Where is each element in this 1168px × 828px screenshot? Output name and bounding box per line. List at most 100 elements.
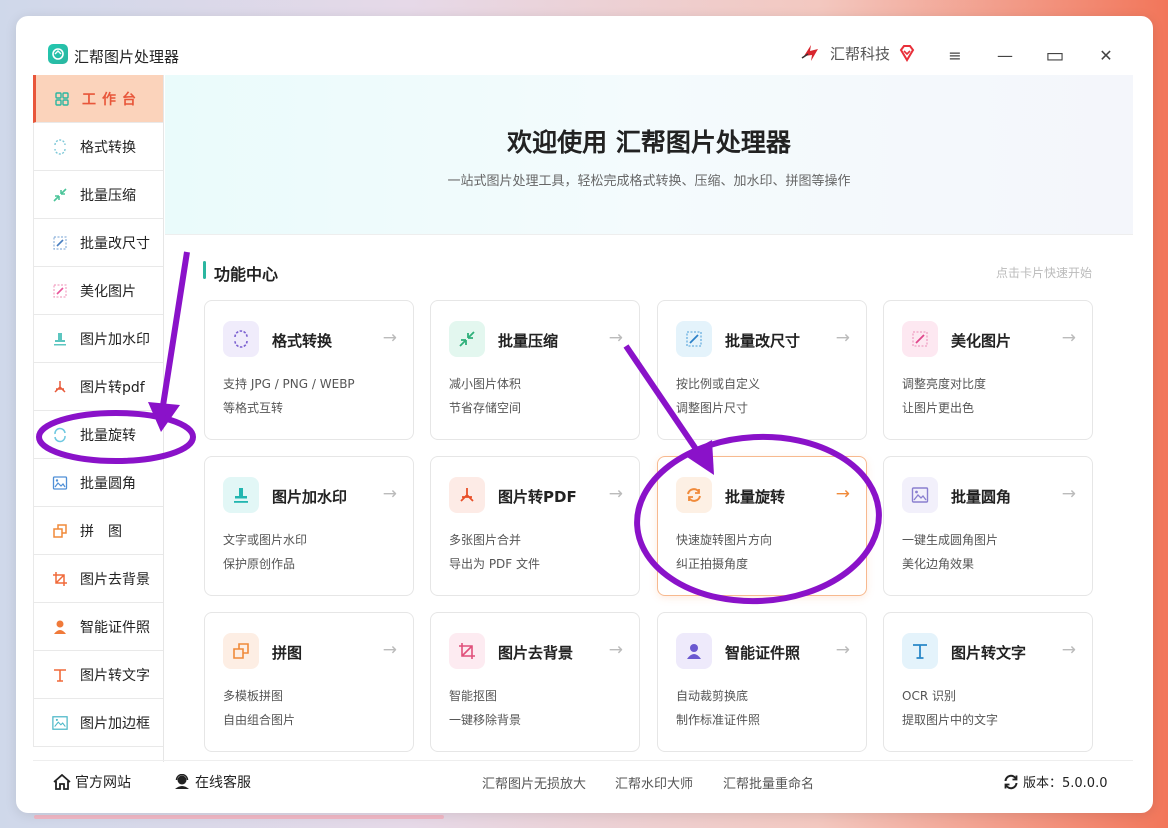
beautify-icon	[52, 283, 68, 299]
arrow-right-icon: →	[835, 640, 850, 660]
crop-icon	[449, 633, 485, 669]
online-support-link[interactable]: 在线客服	[173, 772, 251, 792]
card-batch-rotate[interactable]: 批量旋转 → 快速旋转图片方向 纠正拍摄角度	[657, 456, 867, 596]
sidebar-item-label: 批量改尺寸	[80, 235, 150, 252]
card-watermark[interactable]: 图片加水印 → 文字或图片水印 保护原创作品	[204, 456, 414, 596]
footer-link-watermark[interactable]: 汇帮水印大师	[615, 773, 693, 792]
card-title: 批量圆角	[951, 488, 1012, 506]
convert-icon	[52, 138, 68, 155]
card-batch-compress[interactable]: 批量压缩 → 减小图片体积 节省存储空间	[430, 300, 640, 440]
vip-diamond-icon[interactable]	[898, 44, 916, 62]
crop-icon	[52, 571, 68, 587]
card-title: 批量旋转	[725, 488, 786, 506]
arrow-right-icon: →	[608, 484, 623, 504]
sidebar-item-image-to-text[interactable]: 图片转文字	[33, 651, 163, 699]
card-desc: OCR 识别	[902, 689, 956, 703]
sidebar-item-label: 格式转换	[80, 139, 136, 156]
section-title: 功能中心	[214, 265, 279, 284]
grid-icon	[54, 91, 70, 107]
person-icon	[676, 633, 712, 669]
banner-subtitle: 一站式图片处理工具，轻松完成格式转换、压缩、加水印、拼图等操作	[447, 174, 851, 189]
footer-link-upscale[interactable]: 汇帮图片无损放大	[482, 773, 586, 792]
sidebar-item-watermark[interactable]: 图片加水印	[33, 315, 163, 363]
card-round-corner[interactable]: 批量圆角 → 一键生成圆角图片 美化边角效果	[883, 456, 1093, 596]
menu-icon[interactable]: ≡	[940, 42, 970, 68]
sidebar-item-batch-rotate[interactable]: 批量旋转	[33, 411, 163, 459]
arrow-right-icon: →	[1061, 328, 1076, 348]
app-logo-icon	[48, 44, 68, 64]
sidebar-item-batch-compress[interactable]: 批量压缩	[33, 171, 163, 219]
card-desc: 快速旋转图片方向	[676, 533, 773, 547]
maximize-icon[interactable]: ▭	[1040, 42, 1070, 68]
card-batch-resize[interactable]: 批量改尺寸 → 按比例或自定义 调整图片尺寸	[657, 300, 867, 440]
sidebar-item-label: 图片加边框	[80, 715, 150, 732]
card-title: 智能证件照	[725, 644, 801, 662]
card-title: 美化图片	[951, 332, 1012, 350]
card-collage[interactable]: 拼图 → 多模板拼图 自由组合图片	[204, 612, 414, 752]
rotate-icon	[676, 477, 712, 513]
card-desc: 自动裁剪换底	[676, 689, 749, 703]
card-desc: 导出为 PDF 文件	[449, 557, 541, 571]
brand[interactable]: 汇帮科技	[800, 42, 916, 64]
card-to-pdf[interactable]: 图片转PDF → 多张图片合并 导出为 PDF 文件	[430, 456, 640, 596]
round-corner-icon	[52, 475, 68, 491]
card-desc: 一键生成圆角图片	[902, 533, 999, 547]
sidebar-item-dashboard[interactable]: 工作台	[33, 75, 163, 123]
collage-icon	[52, 523, 68, 539]
card-desc: 文字或图片水印	[223, 533, 308, 547]
app-title: 汇帮图片处理器	[74, 48, 180, 66]
arrow-right-icon: →	[382, 328, 397, 348]
card-title: 图片去背景	[498, 644, 574, 662]
arrow-right-icon: →	[608, 640, 623, 660]
card-title: 图片加水印	[272, 488, 348, 506]
card-desc: 多模板拼图	[223, 689, 284, 703]
sidebar-item-round-corner[interactable]: 批量圆角	[33, 459, 163, 507]
sidebar-item-to-pdf[interactable]: 图片转pdf	[33, 363, 163, 411]
arrow-right-icon: →	[1061, 640, 1076, 660]
official-website-label: 官方网站	[75, 775, 131, 791]
sidebar-item-format-convert[interactable]: 格式转换	[33, 123, 163, 171]
sidebar-item-label: 智能证件照	[80, 619, 150, 636]
person-icon	[52, 619, 68, 635]
card-desc: 等格式互转	[223, 401, 284, 415]
sidebar-item-remove-bg[interactable]: 图片去背景	[33, 555, 163, 603]
card-image-to-text[interactable]: 图片转文字 → OCR 识别 提取图片中的文字	[883, 612, 1093, 752]
beautify-icon	[902, 321, 938, 357]
card-id-photo[interactable]: 智能证件照 → 自动裁剪换底 制作标准证件照	[657, 612, 867, 752]
brand-name: 汇帮科技	[830, 44, 891, 63]
sidebar-item-collage[interactable]: 拼 图	[33, 507, 163, 555]
official-website-link[interactable]: 官方网站	[53, 772, 131, 792]
welcome-banner: 欢迎使用 汇帮图片处理器 一站式图片处理工具，轻松完成格式转换、压缩、加水印、拼…	[165, 75, 1133, 235]
card-format-convert[interactable]: 格式转换 → 支持 JPG / PNG / WEBP 等格式互转	[204, 300, 414, 440]
card-desc: 智能抠图	[449, 689, 498, 703]
convert-icon	[223, 321, 259, 357]
sidebar-item-batch-resize[interactable]: 批量改尺寸	[33, 219, 163, 267]
sidebar-item-add-frame[interactable]: 图片加边框	[33, 699, 163, 747]
footer-link-rename[interactable]: 汇帮批量重命名	[723, 773, 814, 792]
text-icon	[902, 633, 938, 669]
sidebar-item-label: 图片转文字	[80, 667, 150, 684]
compress-icon	[52, 187, 68, 203]
card-desc: 支持 JPG / PNG / WEBP	[223, 377, 355, 391]
card-desc: 一键移除背景	[449, 713, 522, 727]
card-desc: 让图片更出色	[902, 401, 975, 415]
version-info[interactable]: 版本：5.0.0.0	[1003, 772, 1107, 791]
compress-icon	[449, 321, 485, 357]
arrow-right-icon: →	[835, 328, 850, 348]
pdf-icon	[449, 477, 485, 513]
arrow-right-icon: →	[382, 640, 397, 660]
card-beautify[interactable]: 美化图片 → 调整亮度对比度 让图片更出色	[883, 300, 1093, 440]
sidebar-item-label: 图片加水印	[80, 331, 150, 348]
card-title: 批量改尺寸	[725, 332, 801, 350]
sidebar-item-label: 工作台	[82, 91, 142, 108]
sidebar-item-beautify[interactable]: 美化图片	[33, 267, 163, 315]
card-remove-bg[interactable]: 图片去背景 → 智能抠图 一键移除背景	[430, 612, 640, 752]
footer: 官方网站 在线客服 汇帮图片无损放大 汇帮水印大师 汇帮批量重命名 版本：5.0…	[33, 760, 1133, 800]
card-desc: 制作标准证件照	[676, 713, 761, 727]
card-title: 图片转PDF	[498, 488, 577, 506]
close-icon[interactable]: ✕	[1091, 42, 1121, 68]
app-window: 汇帮图片处理器 汇帮科技 ≡ — ▭ ✕ 工作台 格式转换 批量压缩 批量改尺寸…	[16, 16, 1153, 813]
card-title: 图片转文字	[951, 644, 1027, 662]
minimize-icon[interactable]: —	[990, 42, 1020, 68]
sidebar-item-id-photo[interactable]: 智能证件照	[33, 603, 163, 651]
